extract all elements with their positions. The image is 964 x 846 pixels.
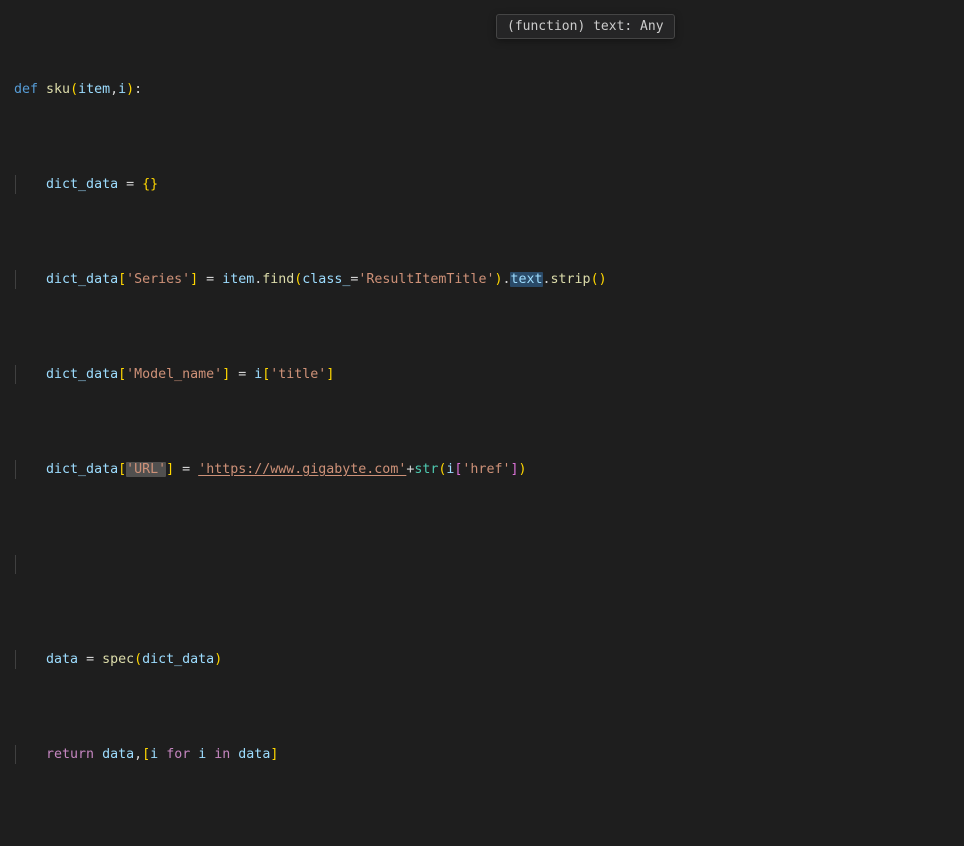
keyword-def: def xyxy=(14,82,39,97)
indent-guide xyxy=(15,555,16,574)
code-line[interactable]: dict_data['Series'] = item.find(class_='… xyxy=(0,270,964,289)
code-line[interactable]: return data,[i for i in data] xyxy=(0,745,964,764)
indent-guide xyxy=(15,745,16,764)
code-line[interactable]: dict_data['URL'] = 'https://www.gigabyte… xyxy=(0,460,964,479)
code-line-blank[interactable] xyxy=(0,555,964,574)
indent-guide xyxy=(15,365,16,384)
function-name: sku xyxy=(46,82,71,97)
code-line[interactable]: data = spec(dict_data) xyxy=(0,650,964,669)
code-line-blank[interactable] xyxy=(0,840,964,846)
code-line[interactable]: dict_data['Model_name'] = i['title'] xyxy=(0,365,964,384)
hover-tooltip: (function) text: Any xyxy=(496,14,675,39)
hovered-symbol-text[interactable]: text xyxy=(510,272,543,287)
indent-guide xyxy=(15,460,16,479)
occurrence-highlight-url[interactable]: 'URL' xyxy=(126,462,167,477)
url-link[interactable]: 'https://www.gigabyte.com' xyxy=(198,462,406,477)
tooltip-text: (function) text: Any xyxy=(507,19,664,34)
code-line[interactable]: def sku(item,i): xyxy=(0,80,964,99)
indent-guide xyxy=(15,270,16,289)
code-line[interactable]: dict_data = {} xyxy=(0,175,964,194)
code-editor[interactable]: def sku(item,i): dict_data = {} dict_dat… xyxy=(0,0,964,846)
indent-guide xyxy=(15,650,16,669)
indent-guide xyxy=(15,175,16,194)
